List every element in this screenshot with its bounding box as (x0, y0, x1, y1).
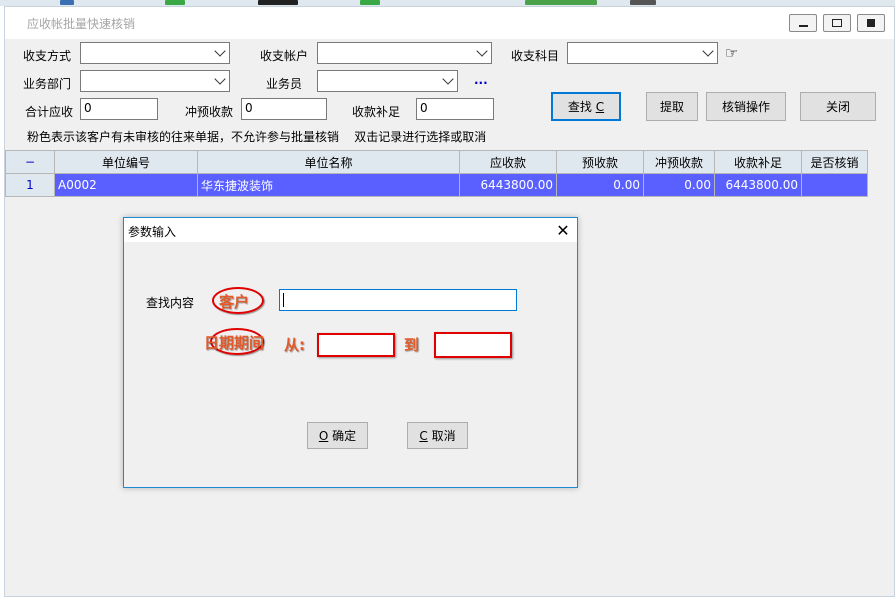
column-header-code[interactable]: 单位编号 (54, 150, 198, 174)
chevron-down-icon (214, 73, 226, 85)
annotation-from: 从: (284, 336, 305, 354)
chevron-down-icon (476, 45, 488, 57)
receipt-supplement-field[interactable]: 0 (416, 98, 494, 120)
cell-offset-prepaid: 0.00 (643, 173, 715, 197)
column-header-prepaid[interactable]: 预收款 (556, 150, 644, 174)
receipt-account-label: 收支帐户 (260, 49, 309, 63)
chevron-down-icon (442, 73, 454, 85)
annotation-date-range: 日期期间 (204, 334, 265, 352)
cell-prepaid: 0.00 (556, 173, 644, 197)
dialog-title-bar: 参数输入 ✕ (124, 218, 577, 242)
column-header-name[interactable]: 单位名称 (197, 150, 460, 174)
close-button[interactable]: 关闭 (800, 92, 876, 121)
column-header-supplement[interactable]: 收款补足 (714, 150, 802, 174)
maximize-button[interactable] (823, 14, 851, 32)
cancel-hotkey: C (419, 428, 428, 443)
taskbar-chip (630, 0, 656, 5)
taskbar-chip (360, 0, 380, 5)
search-input[interactable] (279, 289, 517, 311)
total-receivable-label: 合计应收 (25, 105, 74, 119)
find-hotkey: C (595, 99, 605, 114)
total-receivable-field[interactable]: 0 (80, 98, 158, 120)
cell-writeoff[interactable] (801, 173, 868, 197)
department-combo[interactable] (80, 70, 230, 92)
offset-prepaid-label: 冲预收款 (185, 105, 234, 119)
cell-name: 华东捷波装饰 (197, 173, 460, 197)
close-icon: ✕ (556, 220, 570, 240)
row-index: 1 (5, 173, 55, 197)
hint-text: 粉色表示该客户有未审核的往来单据，不允许参与批量核销 双击记录进行选择或取消 (27, 130, 487, 144)
ok-hotkey: O (318, 428, 329, 443)
department-label: 业务部门 (23, 77, 72, 91)
cell-code: A0002 (54, 173, 198, 197)
chevron-down-icon (702, 45, 714, 57)
title-bar: 应收帐批量快速核销 (5, 7, 894, 39)
minimize-icon (798, 25, 808, 27)
grid-corner[interactable]: − (5, 150, 55, 174)
window-title: 应收帐批量快速核销 (27, 17, 136, 31)
column-header-offset-prepaid[interactable]: 冲预收款 (643, 150, 715, 174)
maximize-icon (832, 19, 842, 27)
chevron-down-icon (214, 45, 226, 57)
receipt-supplement-label: 收款补足 (352, 105, 401, 119)
find-button-label: 查找 (567, 100, 592, 114)
cancel-button-label: 取消 (431, 429, 456, 443)
minimize-button[interactable] (789, 14, 817, 32)
receipt-subject-combo[interactable] (567, 42, 718, 64)
offset-prepaid-field[interactable]: 0 (241, 98, 327, 120)
cell-receivable: 6443800.00 (459, 173, 557, 197)
cancel-button[interactable]: C 取消 (407, 422, 468, 449)
receipt-method-label: 收支方式 (23, 49, 72, 63)
taskbar-chip (525, 0, 597, 5)
annotation-to: 到 (404, 336, 420, 354)
search-content-label: 查找内容 (146, 296, 195, 310)
table-row[interactable]: 1 A0002 华东捷波装饰 6443800.00 0.00 0.00 6443… (5, 173, 868, 197)
grid-header-row: − 单位编号 单位名称 应收款 预收款 冲预收款 收款补足 是否核销 (5, 150, 868, 174)
receipt-account-combo[interactable] (317, 42, 492, 64)
column-header-writeoff[interactable]: 是否核销 (801, 150, 868, 174)
taskbar-chip (60, 0, 74, 5)
parameter-dialog: 参数输入 ✕ 查找内容 客户 日期期间 从: 到 O 确定 C 取消 (123, 217, 578, 488)
writeoff-button[interactable]: 核销操作 (706, 92, 786, 121)
receipt-method-combo[interactable] (80, 42, 230, 64)
column-header-receivable[interactable]: 应收款 (459, 150, 557, 174)
date-to-box[interactable] (434, 332, 512, 358)
find-button[interactable]: 查找 C (551, 92, 621, 121)
close-icon (867, 19, 875, 27)
receipt-subject-label: 收支科目 (511, 49, 560, 63)
text-cursor (283, 292, 284, 307)
cell-supplement: 6443800.00 (714, 173, 802, 197)
dialog-title: 参数输入 (128, 225, 177, 239)
extract-button[interactable]: 提取 (646, 92, 698, 121)
ok-button[interactable]: O 确定 (307, 422, 368, 449)
records-grid[interactable]: − 单位编号 单位名称 应收款 预收款 冲预收款 收款补足 是否核销 1 A00… (5, 150, 868, 197)
date-from-box[interactable] (317, 333, 395, 357)
taskbar-chip (258, 0, 298, 5)
salesperson-browse-button[interactable]: ... (474, 73, 488, 87)
annotation-customer: 客户 (219, 293, 250, 311)
salesperson-label: 业务员 (266, 77, 303, 91)
pointer-hand-icon[interactable]: ☞ (725, 44, 738, 62)
close-window-button[interactable] (857, 14, 885, 32)
ok-button-label: 确定 (332, 429, 357, 443)
salesperson-combo[interactable] (317, 70, 458, 92)
dialog-close-button[interactable]: ✕ (554, 220, 572, 240)
taskbar-chip (165, 0, 185, 5)
